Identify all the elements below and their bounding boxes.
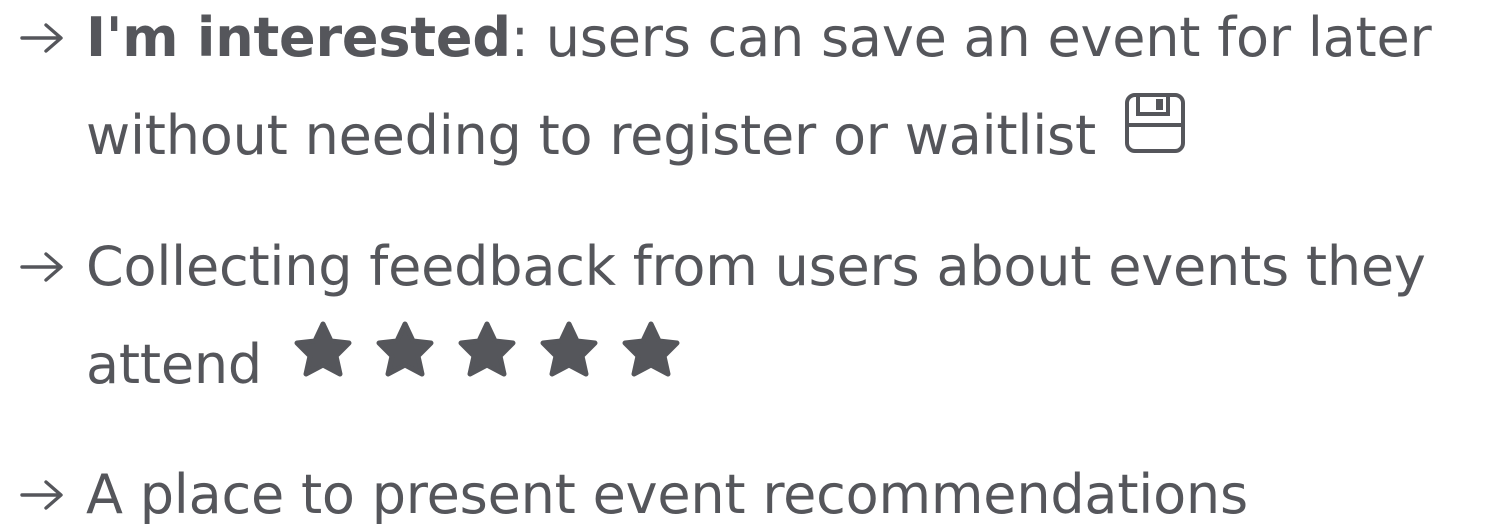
star-icon (457, 312, 517, 410)
floppy-disk-icon (1123, 87, 1187, 185)
right-arrow-icon (18, 218, 82, 316)
feature-description-continued: without needing to register or waitlist (86, 104, 1096, 167)
star-rating (293, 312, 681, 410)
list-item-line: I'm interested: users can save an event … (86, 0, 1432, 87)
star-icon (621, 312, 681, 410)
feature-description-continued: attend (86, 333, 262, 396)
feature-term: I'm interested (86, 6, 511, 69)
list-item-line: attend (86, 316, 681, 414)
star-icon (375, 312, 435, 410)
list-item-feedback: Collecting feedback from users about eve… (18, 218, 1499, 414)
feature-description: : users can save an event for later (510, 6, 1432, 69)
list-item-line: A place to present event recommendations (86, 446, 1248, 524)
feature-description: A place to present event recommendations (86, 463, 1248, 524)
list-item-recommendations: A place to present event recommendations (18, 446, 1499, 524)
star-icon (539, 312, 599, 410)
feature-description: Collecting feedback from users about eve… (86, 235, 1426, 298)
list-item-line: without needing to register or waitlist (86, 87, 1187, 188)
list-item-line: Collecting feedback from users about eve… (86, 218, 1426, 316)
right-arrow-icon (18, 0, 82, 87)
star-icon (293, 312, 353, 410)
list-item-interested: I'm interested: users can save an event … (18, 0, 1499, 185)
right-arrow-icon (18, 446, 82, 524)
